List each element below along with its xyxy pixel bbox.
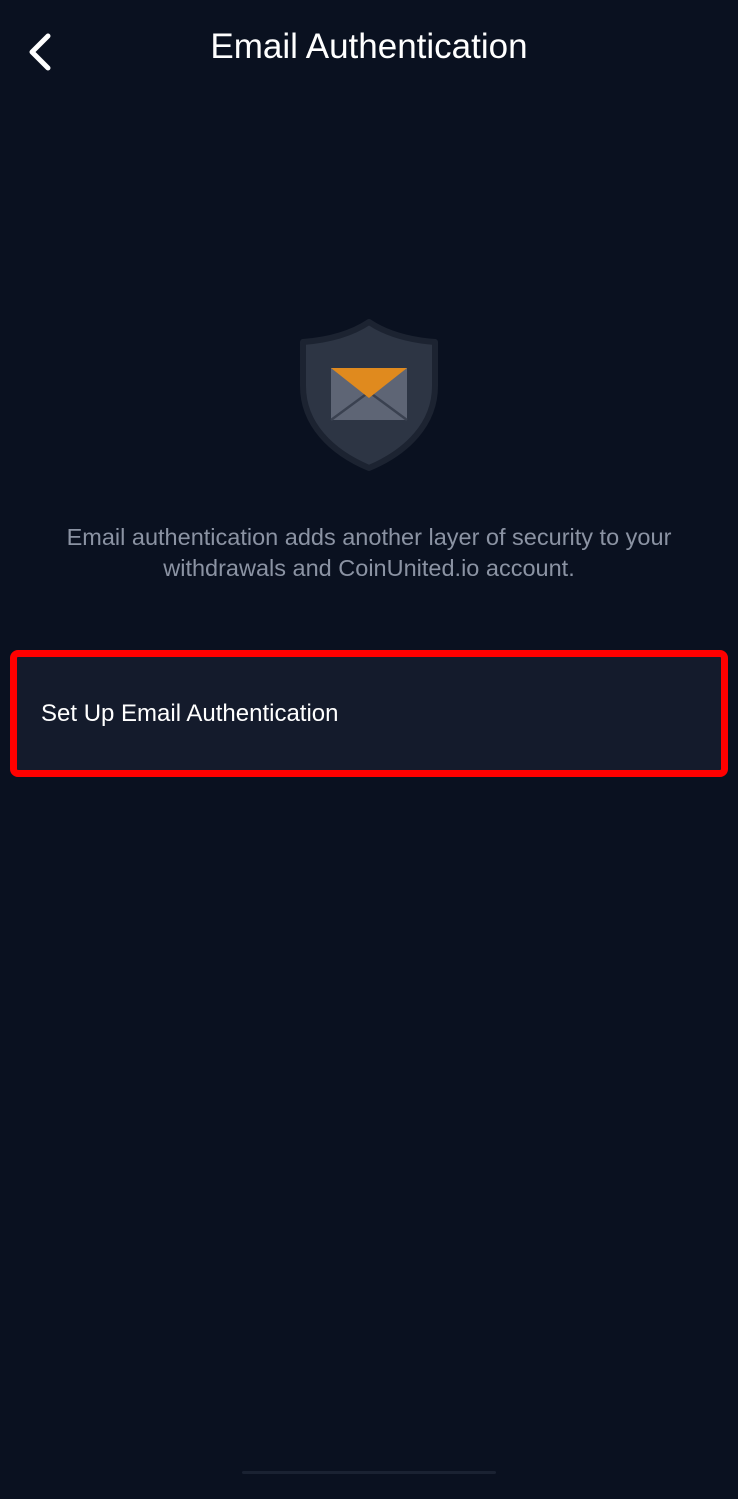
page-title: Email Authentication — [210, 27, 528, 66]
envelope-icon — [330, 368, 408, 422]
setup-row: Set Up Email Authentication — [0, 650, 738, 777]
shield-envelope-icon — [297, 316, 441, 472]
setup-email-authentication-button[interactable]: Set Up Email Authentication — [10, 650, 728, 777]
top-bar: Email Authentication — [0, 0, 738, 96]
home-indicator — [242, 1471, 496, 1474]
setup-email-authentication-label: Set Up Email Authentication — [41, 699, 339, 727]
description-text: Email authentication adds another layer … — [66, 524, 672, 581]
